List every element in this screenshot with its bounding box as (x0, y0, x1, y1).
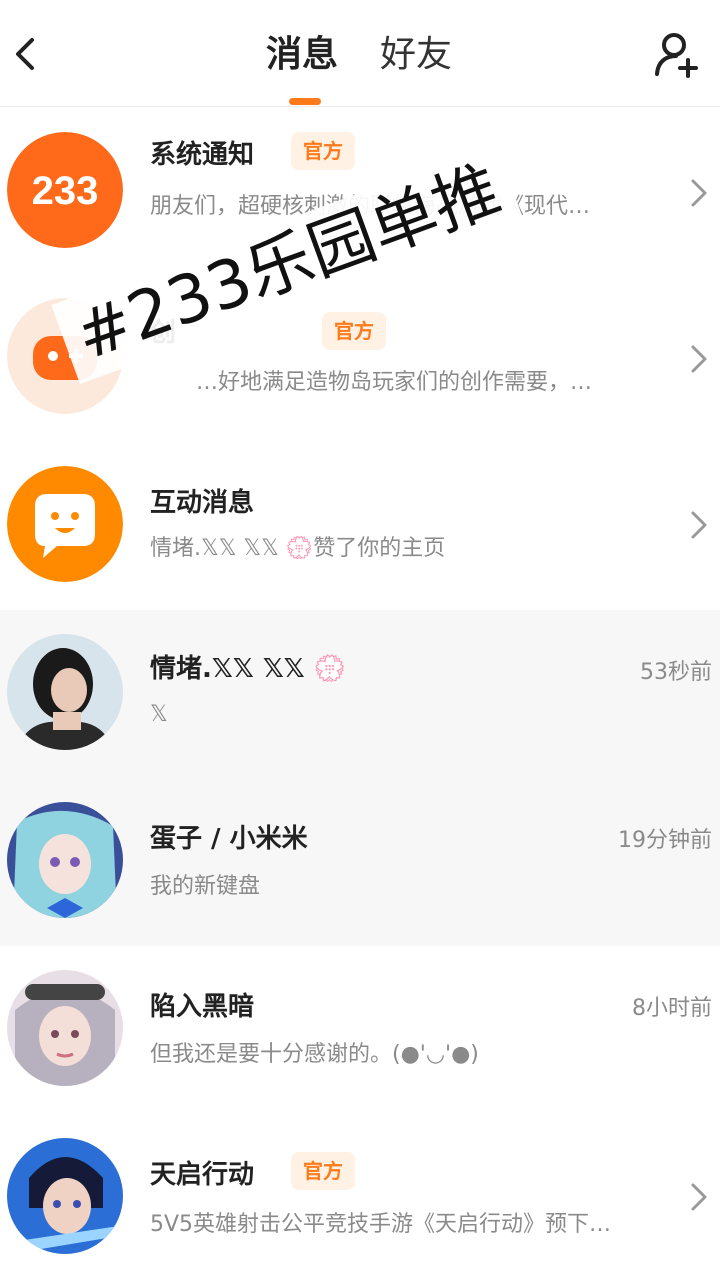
item-time: 8小时前 (632, 996, 712, 1021)
item-preview: 我的新键盘 (150, 874, 261, 899)
avatar-user (7, 634, 123, 750)
add-user-icon[interactable] (652, 30, 704, 80)
back-arrow-icon[interactable] (8, 30, 48, 78)
chevron-right-icon (688, 176, 710, 210)
item-name: 互动消息 (150, 488, 255, 518)
chevron-right-icon (688, 508, 710, 542)
item-preview: …好地满足造物岛玩家们的创作需要，… (196, 370, 593, 395)
avatar-game (7, 1138, 123, 1254)
active-tab-indicator (289, 98, 321, 105)
item-preview: 但我还是要十分感谢的。(●'◡'●) (150, 1042, 479, 1067)
chat-item[interactable]: 蛋子 / 小米米 19分钟前 我的新键盘 (0, 778, 720, 946)
item-name: 系统通知 (150, 140, 255, 170)
tab-messages[interactable]: 消息 (266, 32, 338, 78)
item-name: 蛋子 / 小米米 (150, 824, 308, 854)
item-name: 陷入黑暗 (150, 992, 255, 1022)
list-item-interaction[interactable]: 互动消息 情堵.𝕏𝕏 𝕏𝕏 💮赞了你的主页 (0, 442, 720, 610)
tab-friends[interactable]: 好友 (380, 32, 452, 78)
item-time: 53秒前 (640, 660, 712, 685)
item-time: 19分钟前 (618, 828, 712, 853)
avatar-233-logo: 233 (7, 132, 123, 248)
chevron-right-icon (688, 342, 710, 376)
chat-item[interactable]: 情堵.𝕏𝕏 𝕏𝕏 💮 53秒前 𝕏 (0, 610, 720, 778)
item-name: 天启行动 (150, 1160, 255, 1190)
item-preview: 情堵.𝕏𝕏 𝕏𝕏 💮赞了你的主页 (150, 536, 446, 561)
avatar-user (7, 970, 123, 1086)
list-item-official-game[interactable]: 天启行动 官方 5V5英雄射击公平竞技手游《天启行动》预下… (0, 1114, 720, 1282)
svg-text:233: 233 (32, 169, 99, 213)
top-bar: 消息 好友 (0, 0, 720, 107)
chevron-right-icon (688, 1180, 710, 1214)
item-preview: 5V5英雄射击公平竞技手游《天启行动》预下… (150, 1212, 612, 1237)
official-badge: 官方 (322, 312, 386, 350)
chat-item[interactable]: 陷入黑暗 8小时前 但我还是要十分感谢的。(●'◡'●) (0, 946, 720, 1114)
official-badge: 官方 (291, 1152, 355, 1190)
official-badge: 官方 (291, 132, 355, 170)
item-preview: 𝕏 (150, 702, 168, 727)
avatar-chat-bubble (7, 466, 123, 582)
avatar-user (7, 802, 123, 918)
item-name: 情堵.𝕏𝕏 𝕏𝕏 💮 (150, 654, 347, 684)
